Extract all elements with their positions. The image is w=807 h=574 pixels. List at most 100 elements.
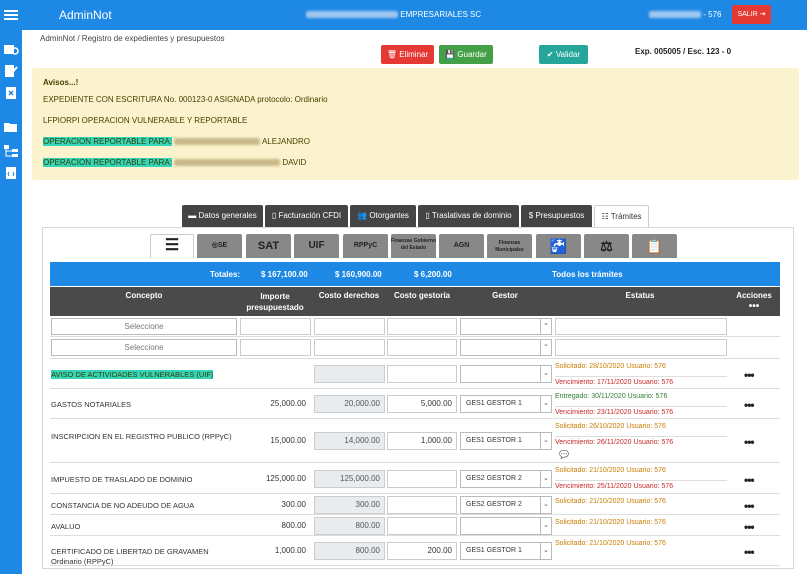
breadcrumb: AdminNot / Registro de expedientes y pre… [40, 34, 225, 43]
importe-input[interactable] [240, 339, 311, 356]
gestoria-input[interactable]: 200.00 [387, 542, 457, 560]
gestoria-input[interactable] [387, 496, 457, 514]
gestor-select[interactable]: ⌄ [460, 318, 552, 335]
importe-input[interactable]: 300.00 [240, 496, 311, 514]
folder-open-icon[interactable] [3, 120, 19, 134]
chevron-down-icon: ⌄ [540, 497, 551, 513]
code-file-icon[interactable] [3, 166, 19, 180]
chevron-down-icon: ⌄ [540, 543, 551, 559]
tab-uif[interactable]: UIF [294, 234, 339, 258]
gestor-select[interactable]: ⌄ [460, 365, 552, 383]
status-due: Vencimiento: 25/11/2020 Usuario: 576 [555, 480, 727, 490]
derechos-input[interactable] [314, 365, 385, 383]
concepto-label: INSCRIPCION EN EL REGISTRO PUBLICO (RPPy… [51, 432, 232, 441]
derechos-input[interactable]: 14,000.00 [314, 432, 385, 450]
gestoria-input[interactable]: 5,000.00 [387, 395, 457, 413]
tab-finanzas-estado[interactable]: Finanzas Gobierno del Estado [391, 234, 436, 258]
gestor-select[interactable]: ⌄ [460, 339, 552, 356]
chevron-down-icon: ⌄ [540, 471, 551, 487]
header-derechos: Costo derechos [318, 291, 380, 300]
gestor-select[interactable]: GES2 GESTOR 2 ⌄ [460, 496, 552, 514]
gestoria-input[interactable] [387, 339, 457, 356]
row-actions-button[interactable]: ••• [744, 545, 755, 559]
save-button[interactable]: 💾 Guardar [439, 45, 493, 64]
status-requested: Entregado: 30/11/2020 Usuario: 576 [555, 393, 668, 400]
gestoria-input[interactable] [387, 365, 457, 383]
gestoria-input[interactable] [387, 470, 457, 488]
gestor-select[interactable]: GES1 GESTOR 1 ⌄ [460, 542, 552, 560]
status-field[interactable] [555, 339, 727, 356]
tab-otorgantes[interactable]: 👥 Otorgantes [350, 205, 416, 227]
tab-facturacion[interactable]: ▯ Facturación CFDI [265, 205, 348, 227]
search-folder-icon[interactable] [3, 42, 19, 56]
tab-rppyc[interactable]: RPPyC [343, 234, 388, 258]
water-tap-icon[interactable]: 🚰 [536, 234, 581, 258]
row-actions-button[interactable]: ••• [744, 368, 755, 382]
importe-input[interactable] [240, 365, 311, 383]
header-importe: Importe presupuestado [246, 292, 304, 312]
trash-icon: 🗑 [386, 50, 397, 59]
tab-sat[interactable]: SAT [246, 234, 291, 258]
sitemap-icon[interactable] [3, 144, 19, 158]
status-due: Vencimiento: 26/11/2020 Usuario: 576 [555, 436, 727, 446]
menu-icon[interactable] [3, 8, 19, 22]
gestoria-input[interactable] [387, 517, 457, 535]
importe-input[interactable] [240, 318, 311, 335]
row-actions-button[interactable]: ••• [744, 499, 755, 513]
derechos-input[interactable]: 125,000.00 [314, 470, 385, 488]
concepto-label: IMPUESTO DE TRASLADO DE DOMINIO [51, 475, 193, 484]
importe-input[interactable]: 125,000.00 [240, 470, 311, 488]
row-actions-button[interactable]: ••• [744, 473, 755, 487]
row-actions-button[interactable]: ••• [744, 520, 755, 534]
row-actions-button[interactable]: ••• [744, 398, 755, 412]
importe-input[interactable]: 800.00 [240, 517, 311, 535]
validate-button[interactable]: ✔ Validar [539, 45, 588, 64]
gestor-select[interactable]: GES1 GESTOR 1 ⌄ [460, 432, 552, 450]
sitemap-icon: ☷ [601, 212, 609, 221]
scales-icon[interactable]: ⚖ [584, 234, 629, 258]
concepto-select[interactable]: Seleccione [51, 318, 237, 335]
status-requested: Solicitado: 26/10/2020 Usuario: 576 [555, 423, 666, 430]
tab-presupuestos[interactable]: $ Presupuestos [521, 205, 592, 227]
gestor-select[interactable]: GES1 GESTOR 1 ⌄ [460, 395, 552, 413]
derechos-input[interactable]: 800.00 [314, 517, 385, 535]
delete-document-icon[interactable] [3, 86, 19, 100]
clipboard-icon[interactable]: 📋 [632, 234, 677, 258]
importe-input[interactable]: 15,000.00 [240, 432, 311, 450]
concepto-label: AVISO DE ACTIVIDADES VULNERABLES (UIF) [51, 370, 214, 379]
total-gestoria: $ 6,200.00 [414, 270, 452, 279]
top-bar: AdminNot EMPRESARIALES SC - 576 SALIR ⇥ [22, 0, 807, 30]
delete-button[interactable]: 🗑 Eliminar [381, 45, 434, 64]
logout-button[interactable]: SALIR ⇥ [732, 5, 771, 24]
tramites-filter: Todos los trámites [552, 270, 623, 279]
tab-traslativas[interactable]: ▯ Traslativas de dominio [418, 205, 519, 227]
edit-document-icon[interactable] [3, 64, 19, 78]
derechos-input[interactable]: 800.00 [314, 542, 385, 560]
list-icon[interactable]: ☰ [150, 234, 194, 258]
tab-datos-generales[interactable]: ▬ Datos generales [182, 205, 263, 227]
concepto-label: GASTOS NOTARIALES [51, 400, 132, 409]
concepto-label: CONSTANCIA DE NO ADEUDO DE AGUA [51, 501, 195, 510]
tab-finanzas-municipales[interactable]: Finanzas Municipales [487, 234, 532, 258]
importe-input[interactable]: 25,000.00 [240, 395, 311, 413]
tab-agn[interactable]: AGN [439, 234, 484, 258]
tab-tramites[interactable]: ☷ Trámites [594, 205, 649, 227]
gestor-select[interactable]: ⌄ [460, 517, 552, 535]
dollar-icon: $ [528, 211, 534, 220]
derechos-input[interactable]: 20,000.00 [314, 395, 385, 413]
notices-title: Avisos...! [43, 78, 79, 87]
tab-se[interactable]: ◎SE [197, 234, 242, 258]
derechos-input[interactable] [314, 339, 385, 356]
status-field[interactable] [555, 318, 727, 335]
concepto-select[interactable]: Seleccione [51, 339, 237, 356]
derechos-input[interactable] [314, 318, 385, 335]
gestoria-input[interactable]: 1,000.00 [387, 432, 457, 450]
comment-icon[interactable]: 💬 [559, 450, 569, 459]
row-actions-button[interactable]: ••• [744, 435, 755, 449]
importe-input[interactable]: 1,000.00 [240, 542, 311, 560]
total-importe: $ 167,100.00 [261, 270, 308, 279]
derechos-input[interactable]: 300.00 [314, 496, 385, 514]
gestor-select[interactable]: GES2 GESTOR 2 ⌄ [460, 470, 552, 488]
gestoria-input[interactable] [387, 318, 457, 335]
totals-bar: Totales: $ 167,100.00 $ 160,900.00 $ 6,2… [50, 262, 780, 286]
